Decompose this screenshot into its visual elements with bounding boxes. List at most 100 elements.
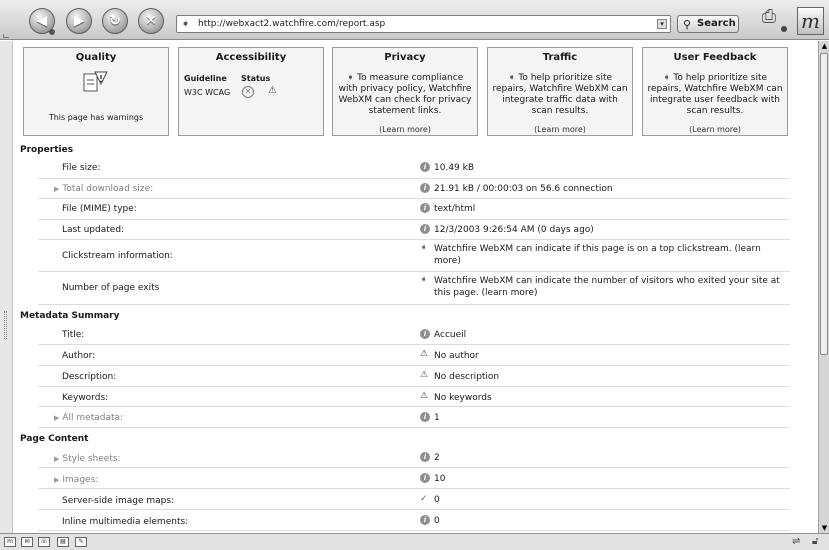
arrow-icon: ➧: [420, 243, 428, 253]
table-row: File (MIME) type: i text/html: [38, 199, 790, 220]
site-icon: ➧: [181, 17, 191, 30]
address-text: http://webxact2.watchfire.com/report.asp: [198, 19, 386, 29]
scroll-down-icon[interactable]: ▼: [820, 523, 829, 533]
traffic-panel: Traffic ➧ To help prioritize site repair…: [487, 47, 633, 136]
address-bar[interactable]: ➧ http://webxact2.watchfire.com/report.a…: [176, 15, 671, 33]
images-toggle[interactable]: ▶ Images:: [54, 475, 98, 485]
privacy-text-body: To measure compliance with privacy polic…: [338, 73, 472, 116]
status-bar: m ✉ ☏ ▤ ✎ ⇌ 🔓︎: [0, 533, 829, 550]
arrow-icon: ➧: [507, 73, 516, 83]
multimedia-label: Inline multimedia elements:: [62, 517, 189, 527]
image-maps-label: Server-side image maps:: [62, 496, 175, 506]
last-updated-value: 12/3/2003 9:26:54 AM (0 days ago): [434, 225, 594, 235]
check-icon: ✓: [420, 494, 428, 504]
table-row: Last updated: i 12/3/2003 9:26:54 AM (0 …: [38, 220, 790, 240]
expand-arrow-icon: ▶: [54, 185, 60, 193]
table-row[interactable]: ▶ All metadata: i 1: [38, 407, 790, 428]
connection-icon: ⇌: [792, 536, 801, 547]
forward-button[interactable]: ▶: [66, 8, 92, 34]
address-dropdown-icon[interactable]: ▾: [657, 19, 667, 29]
feedback-learn-more-link[interactable]: (Learn more): [643, 125, 787, 134]
style-sheets-label: Style sheets:: [62, 454, 121, 464]
navigator-icon[interactable]: m: [4, 537, 16, 547]
properties-heading: Properties: [20, 145, 74, 155]
image-maps-value: 0: [434, 495, 440, 505]
feedback-panel: User Feedback ➧ To help prioritize site …: [642, 47, 788, 136]
privacy-panel: Privacy ➧ To measure compliance with pri…: [332, 47, 478, 136]
info-icon: i: [420, 452, 430, 462]
quality-caption: This page has warnings: [48, 113, 144, 122]
vertical-scrollbar[interactable]: ▲ ▼: [818, 41, 829, 533]
table-row[interactable]: ▶ Total download size: i 21.91 kB / 00:00…: [38, 179, 790, 199]
status-header: Status: [241, 74, 271, 83]
feedback-text: ➧ To help prioritize site repairs, Watch…: [646, 73, 784, 117]
privacy-title: Privacy: [384, 52, 426, 63]
page-exits-label: Number of page exits: [62, 283, 160, 293]
table-row[interactable]: ▶ Images: i 10: [38, 468, 790, 489]
guideline-value[interactable]: W3C WCAG: [184, 88, 230, 97]
back-dropdown-dot[interactable]: [49, 29, 55, 35]
traffic-learn-more-link[interactable]: (Learn more): [488, 125, 632, 134]
guideline-header: Guideline: [184, 74, 227, 83]
multimedia-value: 0: [434, 516, 440, 526]
privacy-text: ➧ To measure compliance with privacy pol…: [336, 73, 474, 117]
table-row: File size: i 10.49 kB: [38, 158, 790, 179]
file-size-label: File size:: [62, 163, 101, 173]
arrow-icon: ➧: [420, 275, 428, 285]
mime-type-label: File (MIME) type:: [62, 204, 137, 214]
chat-icon[interactable]: ☏: [38, 537, 50, 547]
last-updated-label: Last updated:: [62, 225, 125, 235]
search-button[interactable]: ⚲ Search: [677, 15, 739, 33]
info-icon: i: [420, 224, 430, 234]
table-row: Number of page exits ➧ Watchfire WebXM c…: [38, 272, 790, 305]
arrow-icon: ➧: [346, 73, 355, 83]
table-row: Server-side image maps: ✓ 0: [38, 489, 790, 510]
all-metadata-label: All metadata:: [62, 413, 124, 423]
browser-logo: m: [797, 7, 824, 35]
reload-button[interactable]: ↻: [102, 8, 128, 34]
sidebar-grip[interactable]: [4, 311, 7, 339]
back-arrow-icon: ◀: [36, 13, 48, 29]
search-icon: ⚲: [683, 18, 692, 31]
info-icon: i: [420, 183, 430, 193]
table-row[interactable]: ▶ Style sheets: i 2: [38, 447, 790, 468]
browser-toolbar: ◀ ▶ ↻ ✕ ➧ http://webxact2.watchfire.com/…: [0, 0, 829, 40]
info-icon: i: [420, 473, 430, 483]
stop-button[interactable]: ✕: [138, 8, 164, 34]
scroll-thumb[interactable]: [820, 53, 828, 355]
warning-icon: ⚠: [268, 85, 277, 96]
address-book-icon[interactable]: ✎: [75, 537, 87, 547]
style-sheets-value: 2: [434, 453, 440, 463]
clickstream-value: Watchfire WebXM can indicate if this pag…: [434, 244, 761, 266]
print-dropdown-dot[interactable]: [781, 26, 787, 32]
file-size-value: 10.49 kB: [434, 163, 475, 173]
table-row: Clickstream information: ➧ Watchfire Web…: [38, 240, 790, 272]
table-row: Title: i Accueil: [38, 324, 790, 345]
quality-title: Quality: [75, 52, 117, 63]
security-lock-icon[interactable]: 🔓︎: [812, 536, 818, 547]
total-download-size-label: Total download size:: [62, 184, 154, 194]
info-icon: i: [420, 162, 430, 172]
sidebar-handle[interactable]: [0, 41, 13, 533]
scroll-up-icon[interactable]: ▲: [820, 41, 829, 51]
images-value: 10: [434, 474, 446, 484]
report-page: Quality This page has warnings Accessibi…: [13, 41, 818, 533]
description-value: No description: [434, 372, 500, 382]
title-value: Accueil: [434, 330, 467, 340]
mail-icon[interactable]: ✉: [21, 537, 33, 547]
expand-arrow-icon: ▶: [54, 414, 60, 422]
style-sheets-toggle[interactable]: ▶ Style sheets:: [54, 454, 121, 464]
search-button-label: Search: [697, 18, 736, 29]
total-download-size-toggle[interactable]: ▶ Total download size:: [54, 184, 153, 194]
mime-type-value: text/html: [434, 204, 476, 214]
warning-icon: ⚠: [420, 370, 429, 380]
print-icon[interactable]: ⎙: [757, 4, 781, 30]
privacy-learn-more-link[interactable]: (Learn more): [333, 125, 477, 134]
composer-icon[interactable]: ▤: [57, 537, 69, 547]
info-icon: i: [420, 412, 430, 422]
table-row: Keywords: ⚠ No keywords: [38, 387, 790, 407]
summary-panels: Quality This page has warnings Accessibi…: [23, 47, 790, 136]
all-metadata-toggle[interactable]: ▶ All metadata:: [54, 413, 123, 423]
info-icon: i: [420, 515, 430, 525]
title-label: Title:: [62, 330, 85, 340]
